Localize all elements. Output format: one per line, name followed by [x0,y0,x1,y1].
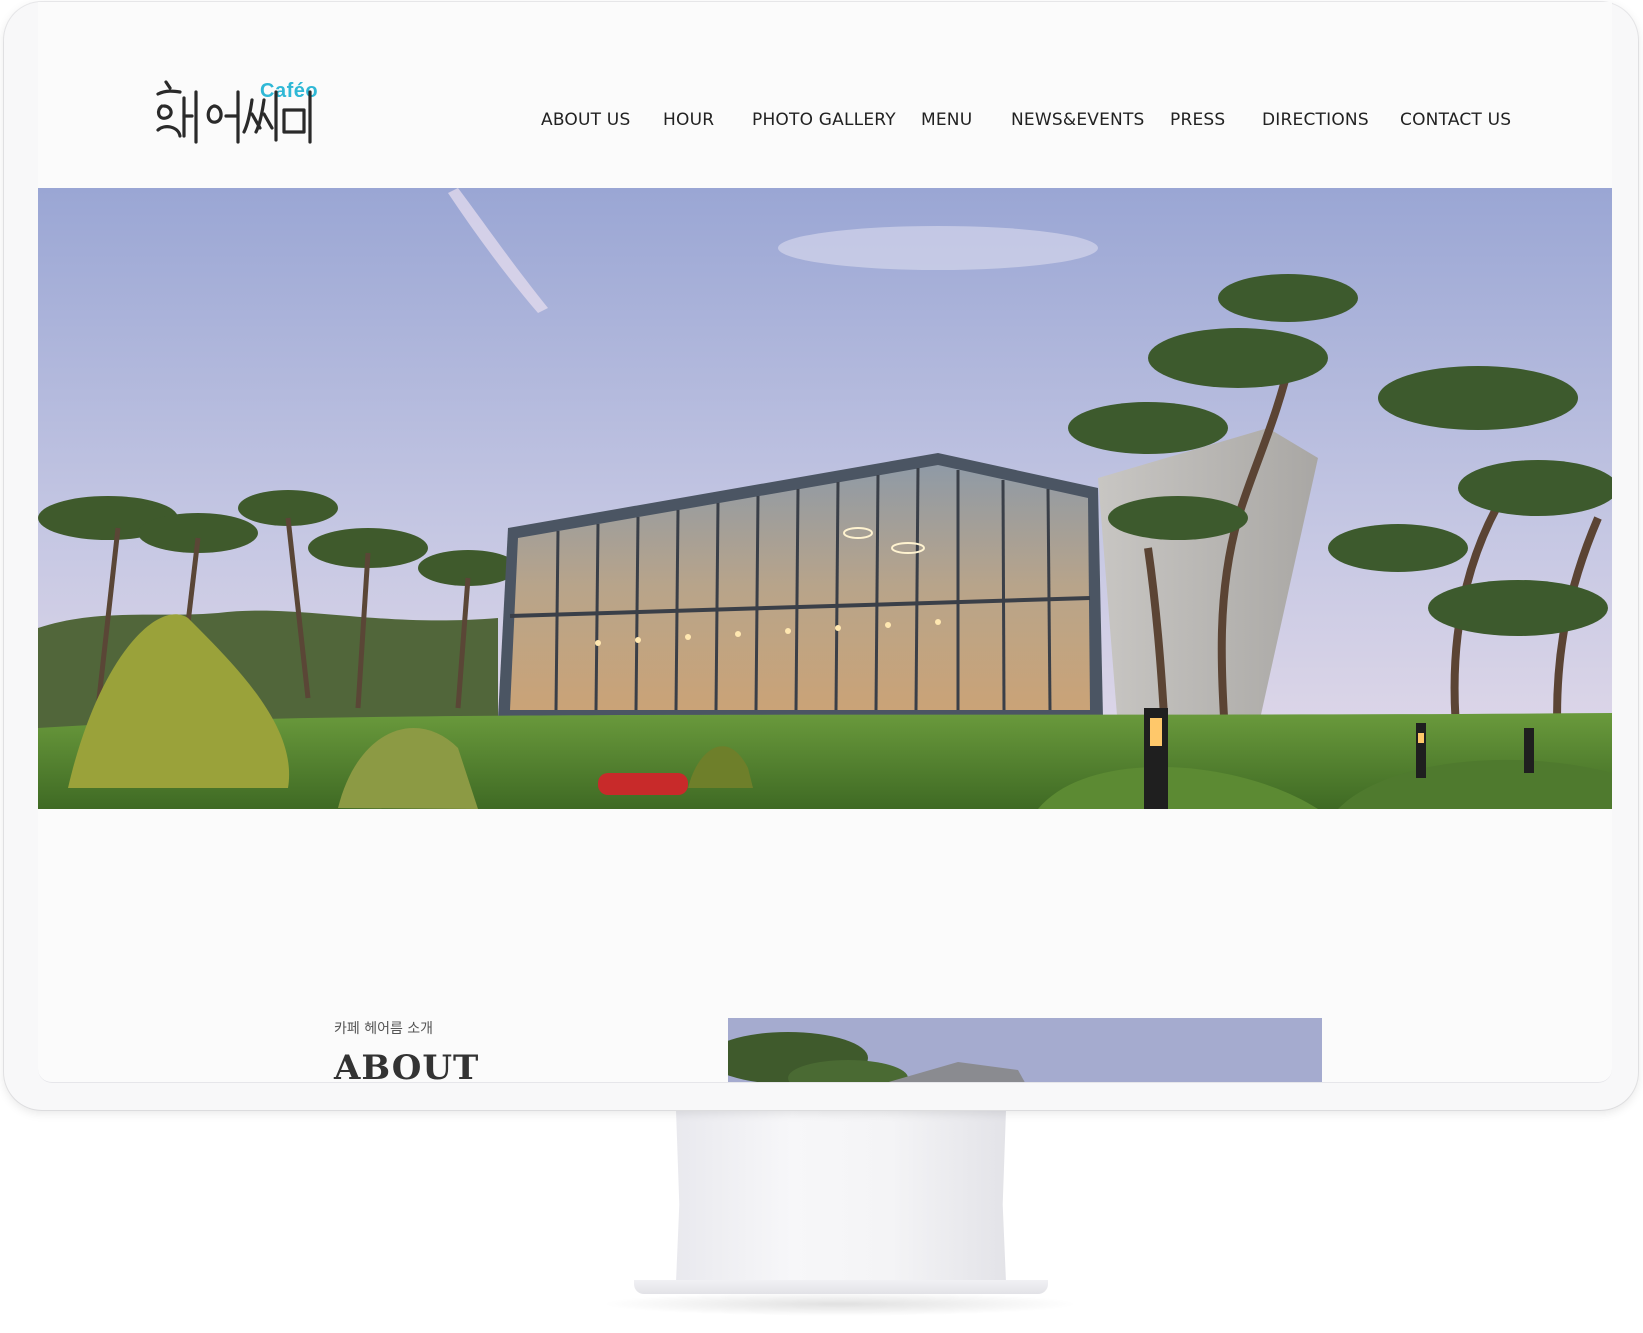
nav-item-hour[interactable]: HOUR [663,110,714,130]
nav-item-directions[interactable]: DIRECTIONS [1262,110,1369,130]
nav-item-news-events[interactable]: NEWS&EVENTS [1011,110,1145,130]
hero-cafe-photo [38,188,1612,809]
monitor-frame: Caféo ABOUT US HOUR PHOTO GALLERY MENU N… [4,2,1638,1110]
monitor-stand-foot [634,1280,1048,1294]
nav-item-menu[interactable]: MENU [921,110,972,130]
stand-shadow [600,1292,1080,1316]
hero-banner-image [38,188,1612,809]
nav-item-press[interactable]: PRESS [1170,110,1225,130]
about-title: ABOUT [334,1048,480,1083]
about-photo [728,1018,1322,1082]
website-screen: Caféo ABOUT US HOUR PHOTO GALLERY MENU N… [38,2,1612,1083]
nav-item-photo-gallery[interactable]: PHOTO GALLERY [752,110,896,130]
main-navigation: ABOUT US HOUR PHOTO GALLERY MENU NEWS&EV… [38,110,1612,134]
about-kicker: 카페 헤어름 소개 [334,1021,434,1037]
nav-item-about-us[interactable]: ABOUT US [541,110,630,130]
monitor-stand [676,1110,1006,1282]
nav-item-contact-us[interactable]: CONTACT US [1400,110,1511,130]
